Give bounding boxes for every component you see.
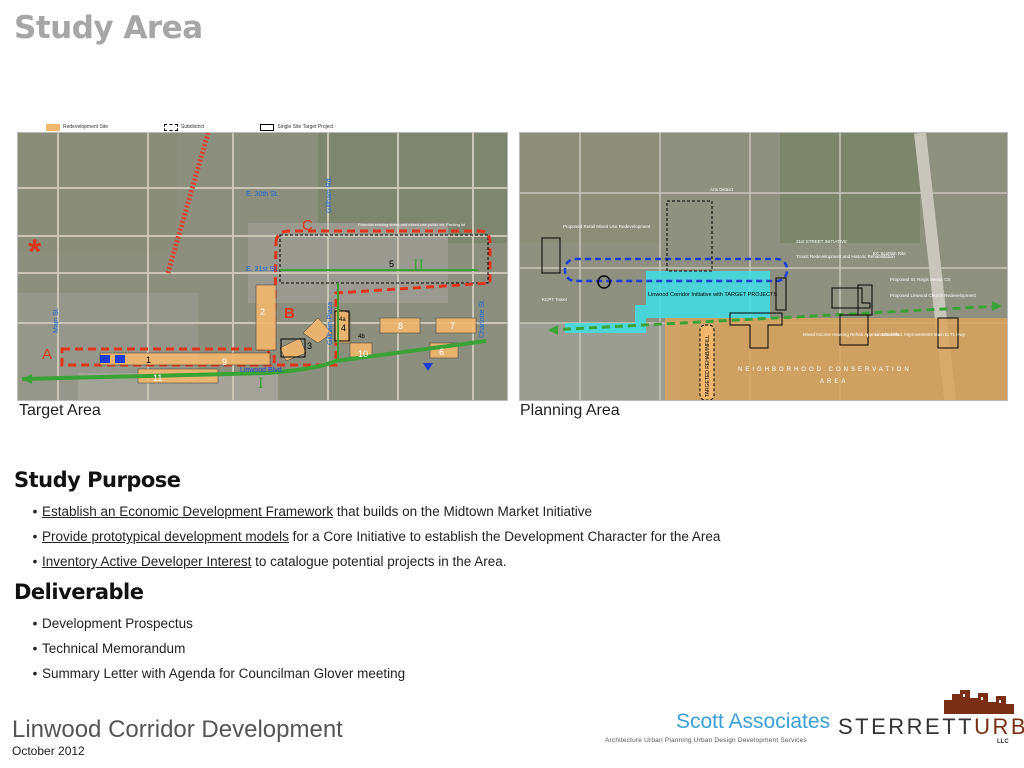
site-6: 6: [439, 347, 444, 357]
site-3: 3: [307, 341, 312, 351]
scott-associates-tagline: Architecture Urban Planning Urban Design…: [605, 737, 807, 744]
legend-single-site-label: Single Site Target Project: [277, 124, 334, 130]
deliverable-text: Summary Letter with Agenda for Councilma…: [42, 666, 406, 681]
study-purpose-heading: Study Purpose: [14, 468, 181, 492]
star-marker: *: [28, 233, 42, 271]
site-11: 11: [153, 373, 162, 383]
legend-redevelopment: Redevelopment Site: [46, 123, 109, 131]
deliverable-text: Technical Memorandum: [42, 641, 186, 656]
label-kcpt: KCPT Tower: [542, 297, 568, 302]
study-purpose-link[interactable]: Inventory Active Developer Interest: [42, 554, 251, 569]
footer-date: October 2012: [12, 744, 85, 758]
label-linwood-corridor: Linwood Corridor Initiative with TARGET …: [648, 292, 777, 298]
label-e31st: E. 31st St.: [246, 266, 278, 273]
site-4: 4: [341, 323, 346, 333]
label-scottish: KC Scottish Rite: [873, 251, 906, 256]
bullet: •: [32, 666, 38, 681]
site-10: 10: [358, 349, 368, 359]
label-b: B: [284, 305, 295, 322]
skyline-logo-icon: [944, 690, 1014, 714]
legend-redevelopment-label: Redevelopment Site: [63, 124, 109, 130]
label-31st-initiative: 31st STREET INITIATIVE: [796, 239, 847, 244]
footer-title: Linwood Corridor Development: [12, 716, 343, 743]
study-purpose-text: to catalogue potential projects in the A…: [251, 554, 507, 569]
label-linwood-improvements: Linwood Blvd. Improvements Main to 71 Hw…: [875, 332, 966, 337]
list-item: • Provide prototypical development models…: [28, 528, 721, 553]
site-1: 1: [146, 355, 151, 365]
label-targeted-rehab: TARGETED REHAB/INFILL: [705, 335, 711, 397]
label-church: Proposed Linwood Church Redevelopment: [890, 293, 977, 298]
label-area: AREA: [820, 379, 848, 385]
list-item: • Inventory Active Developer Interest to …: [28, 553, 720, 578]
target-area-map: E. 30th St. E. 31st St. Gillham Rd. Gill…: [17, 132, 508, 401]
llc-label: LLC: [997, 739, 1009, 745]
label-e30th: E. 30th St.: [246, 191, 279, 198]
study-purpose-link[interactable]: Establish an Economic Development Framew…: [42, 504, 333, 519]
site-5: 5: [389, 259, 394, 269]
target-area-caption: Target Area: [19, 402, 101, 419]
legend-single-site-swatch: [260, 123, 275, 131]
label-charlotte: Charlotte St.: [479, 299, 486, 338]
label-linwood: Linwood Blvd.: [240, 367, 284, 374]
legend-subdistrict-label: Subdistrict: [181, 124, 205, 130]
label-roman-1: I: [258, 376, 264, 392]
legend-redevelopment-swatch: [46, 123, 60, 131]
site-4b: 4b: [358, 334, 365, 340]
list-item: • Summary Letter with Agenda for Councilm…: [28, 665, 406, 690]
planning-area-map: Arts District Proposed Retail Mixed Use …: [519, 132, 1008, 401]
planning-area-caption: Planning Area: [520, 402, 620, 419]
site-9: 9: [222, 357, 227, 367]
site-8: 8: [398, 321, 403, 331]
deliverable-text: Development Prospectus: [42, 616, 193, 631]
legend-subdistrict: Subdistrict: [164, 123, 205, 131]
label-arts: Arts District: [710, 187, 734, 192]
deliverable-heading: Deliverable: [14, 580, 144, 604]
label-neighborhood: NEIGHBORHOOD CONSERVATION: [738, 367, 912, 373]
label-note: Potential existing street and mixed-use …: [358, 222, 466, 227]
sterrett-text: STERRETT: [838, 714, 975, 739]
label-a: A: [42, 346, 52, 363]
label-gillham-rd: Gillham Rd.: [326, 176, 333, 213]
bullet: •: [32, 554, 38, 569]
urban-text: URBAN: [974, 714, 1024, 739]
list-item: • Technical Memorandum: [28, 640, 405, 665]
site-7: 7: [450, 321, 455, 331]
bullet: •: [32, 529, 38, 544]
study-purpose-list: • Establish an Economic Development Frame…: [28, 503, 721, 578]
label-roman-2: II: [413, 258, 424, 274]
deliverable-list: • Development Prospectus • Technical Memor…: [28, 615, 406, 690]
site-4a: 4a: [339, 317, 346, 323]
page-title: Study Area: [14, 10, 203, 46]
label-main-st: Main St.: [53, 307, 60, 333]
label-st-regis: Proposed St. Regis Senior Ctr.: [890, 277, 951, 282]
study-purpose-text: that builds on the Midtown Market Initia…: [333, 504, 593, 519]
bullet: •: [32, 641, 38, 656]
study-purpose-link[interactable]: Provide prototypical development models: [42, 529, 289, 544]
label-gillham-plaza: Gillham Plaza: [327, 302, 334, 345]
scott-associates-logo: Scott Associates: [676, 710, 831, 733]
sterrett-urban-logo: STERRETTURBAN: [838, 714, 1024, 740]
legend-single-site: Single Site Target Project: [260, 123, 334, 131]
bullet: •: [32, 504, 38, 519]
bullet: •: [32, 616, 38, 631]
list-item: • Development Prospectus: [28, 615, 405, 640]
label-proposed-retail: Proposed Retail Mixed Use Redevelopment: [563, 224, 651, 229]
legend-subdistrict-swatch: [164, 123, 179, 131]
target-area-aerial: E. 30th St. E. 31st St. Gillham Rd. Gill…: [18, 133, 507, 400]
site-2: 2: [260, 307, 265, 317]
list-item: • Establish an Economic Development Frame…: [28, 503, 720, 528]
planning-area-aerial: Arts District Proposed Retail Mixed Use …: [520, 133, 1007, 400]
label-c: C: [302, 217, 313, 234]
study-purpose-text: for a Core Initiative to establish the D…: [288, 529, 721, 544]
map-legend: Redevelopment Site Subdistrict Single Si…: [46, 122, 383, 132]
